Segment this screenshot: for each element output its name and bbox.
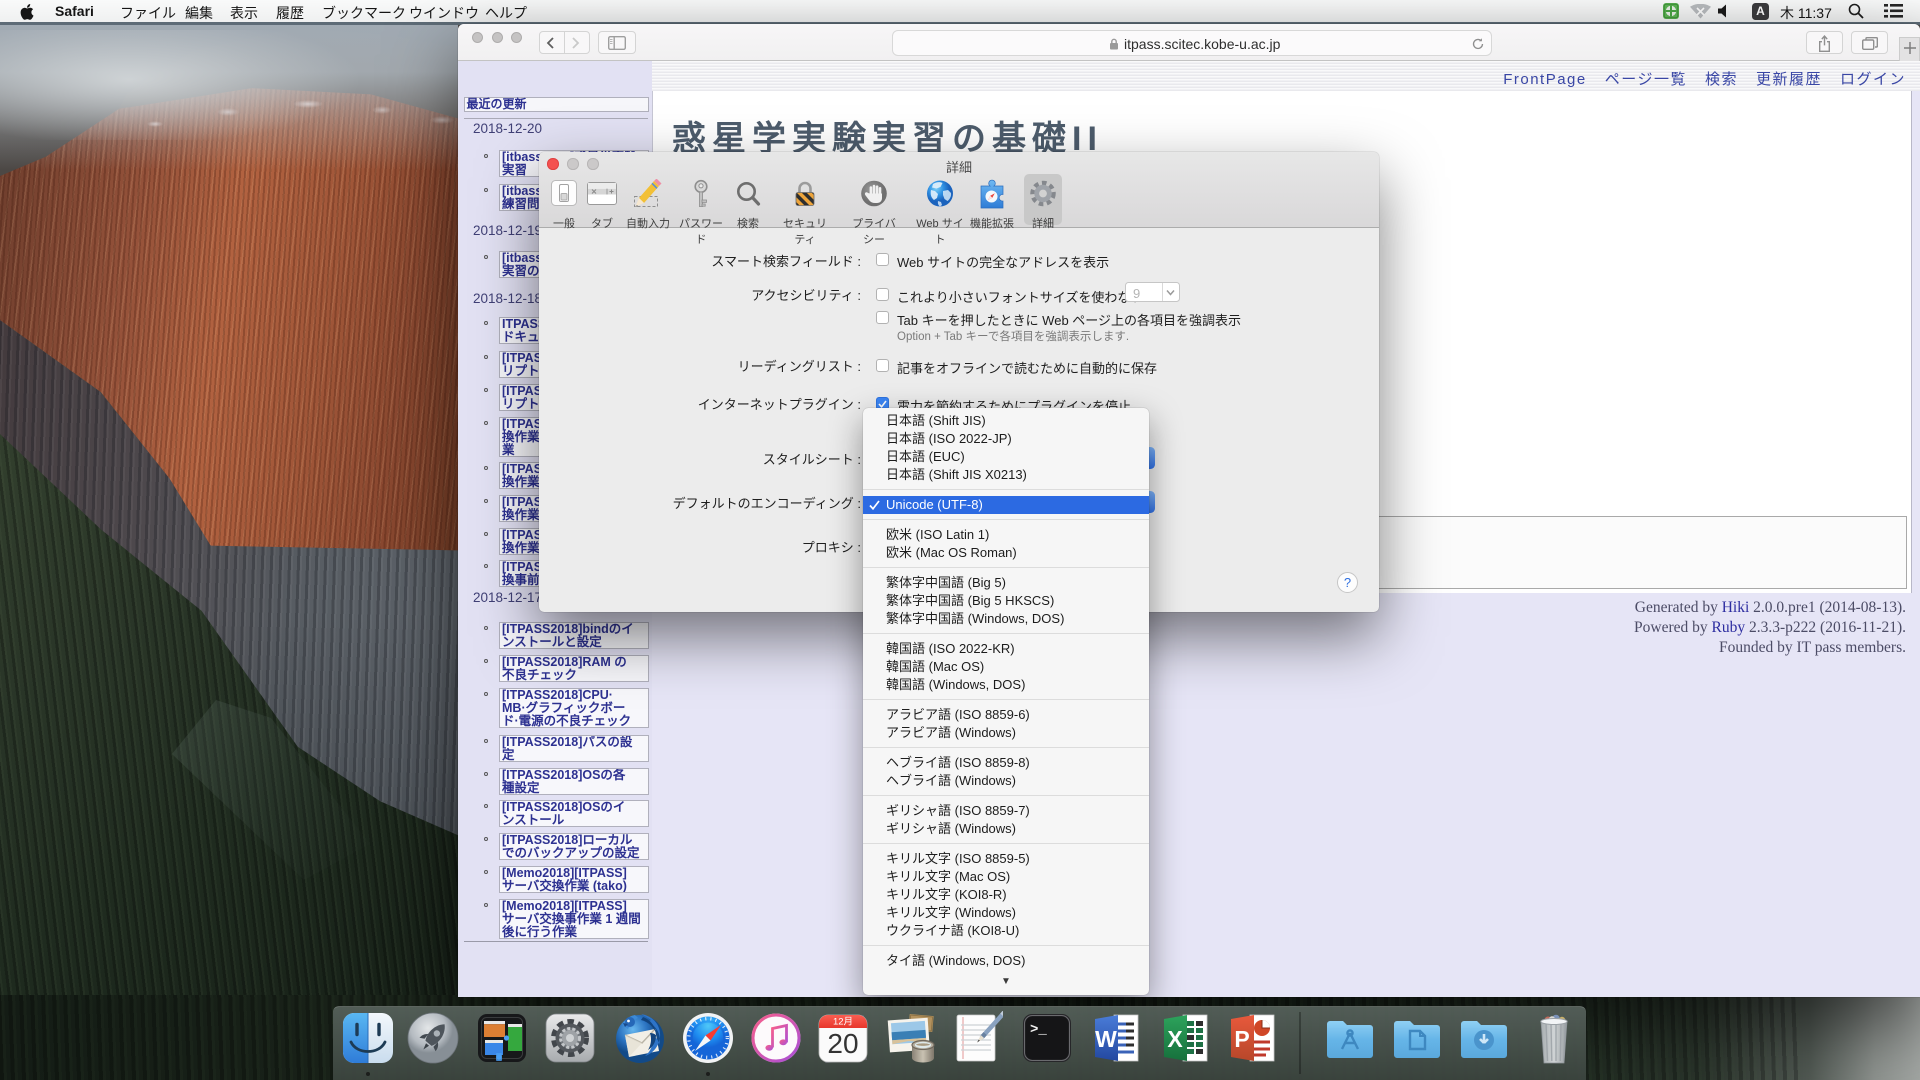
svg-text:X: X [1167, 1026, 1183, 1052]
svg-text:W: W [1095, 1026, 1117, 1052]
svg-text:20: 20 [827, 1028, 858, 1059]
svg-text:12月: 12月 [833, 1017, 853, 1028]
svg-text:>_: >_ [1030, 1022, 1047, 1038]
svg-text:P: P [1234, 1026, 1249, 1052]
